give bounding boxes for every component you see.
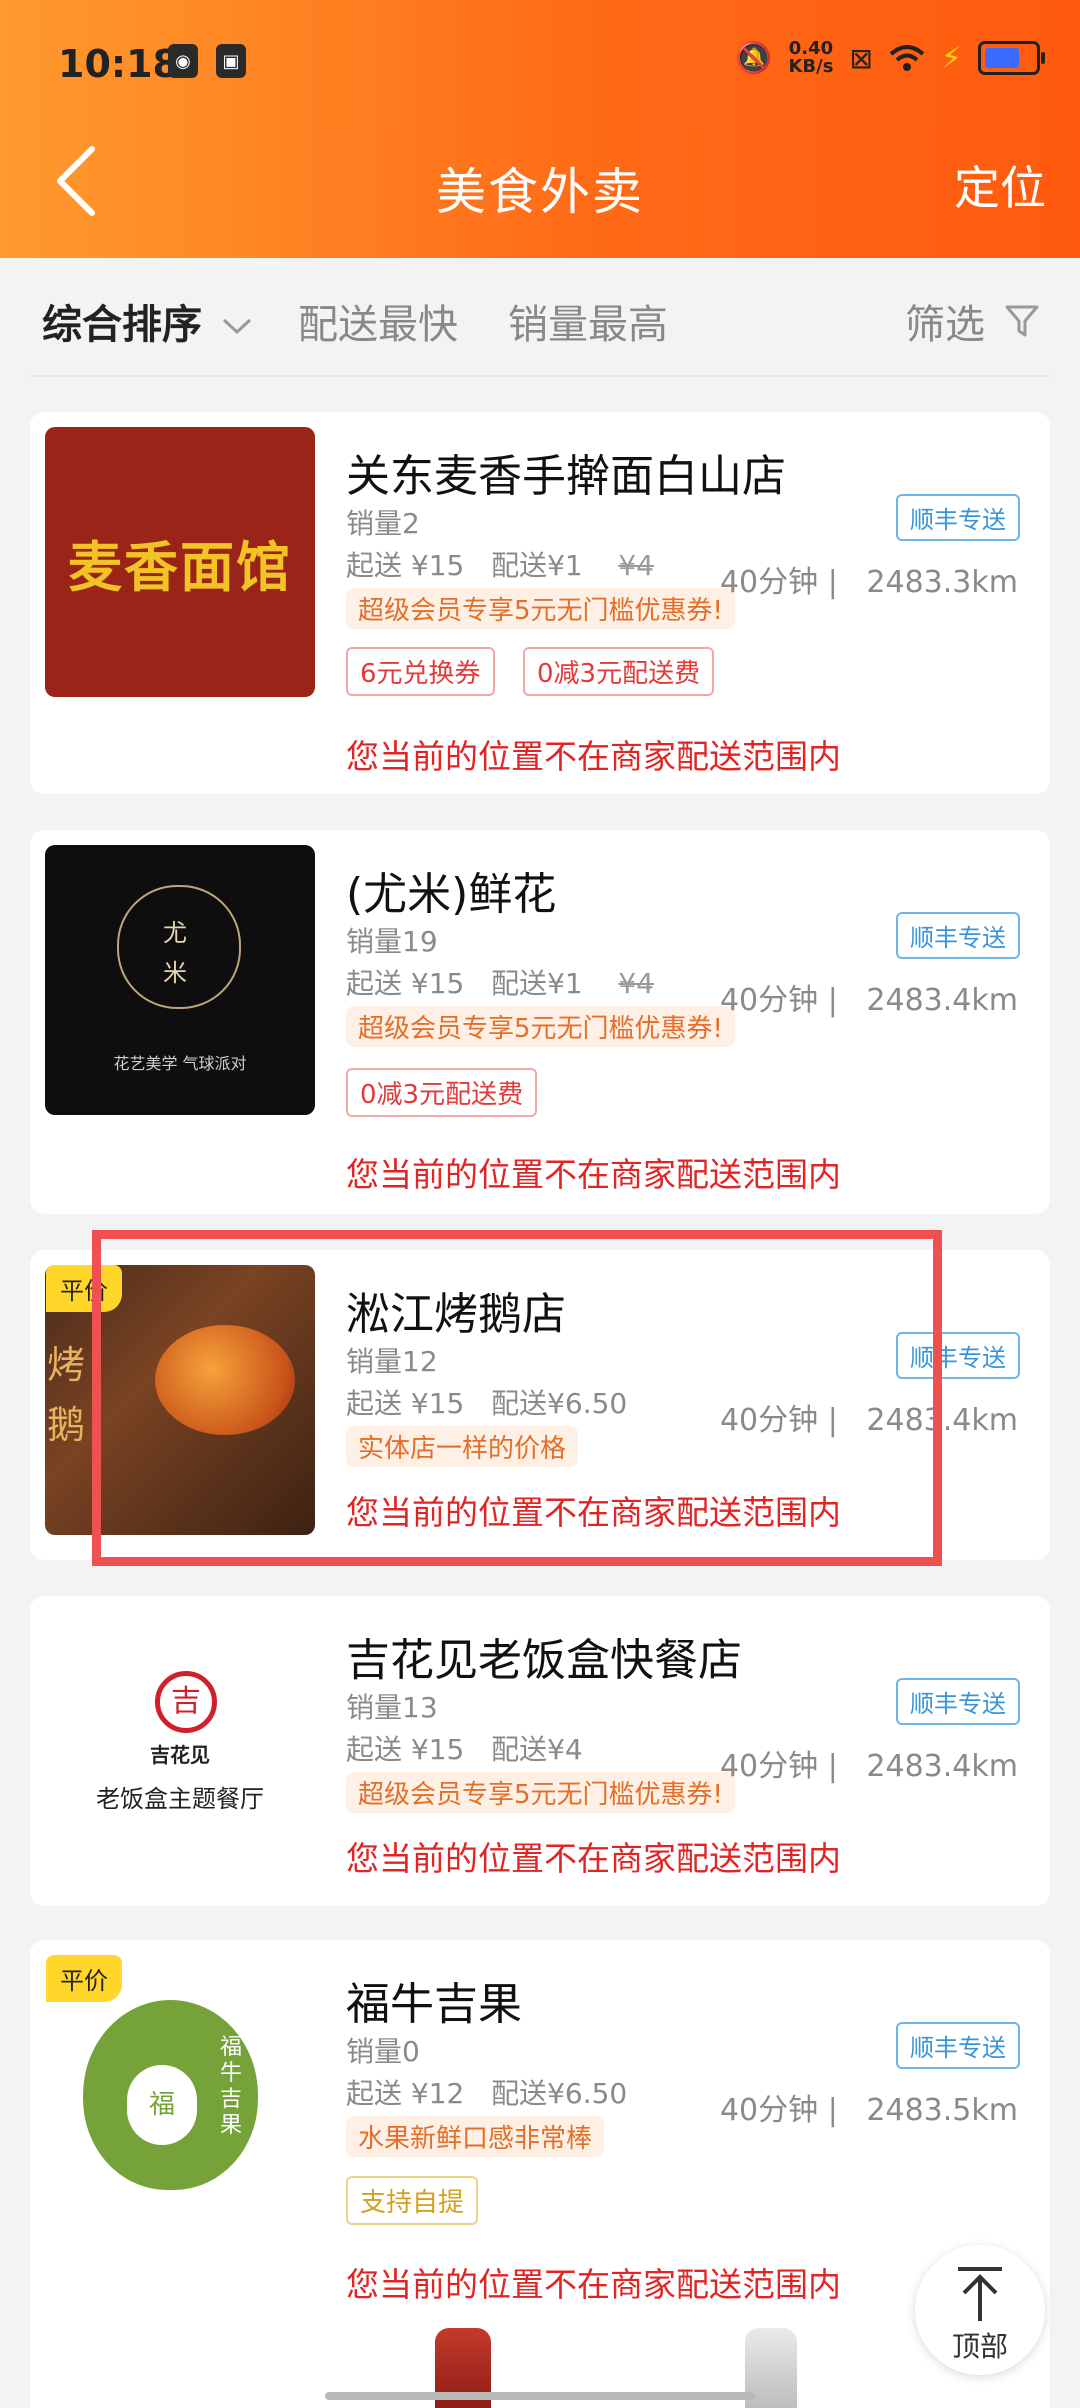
eta-distance: 40分钟 | 2483.5km <box>719 2093 1018 2128</box>
page-title: 美食外卖 <box>436 163 644 221</box>
store-thumbnail: 麦香面馆 <box>45 427 315 697</box>
status-time: 10:18 <box>58 42 179 86</box>
shipper-badge: 顺丰专送 <box>896 912 1020 959</box>
store-thumbnail: 尤 米 花艺美学 气球派对 <box>45 845 315 1115</box>
store-fees: 起送 ¥15 配送¥1 ¥4 <box>346 967 654 1000</box>
status-bar: 10:18 ◉ ▣ 🔕 0.40 KB/s ⊠ ⚡ <box>0 0 1080 120</box>
eta-distance: 40分钟 | 2483.4km <box>719 983 1018 1018</box>
store-name: (尤米)鲜花 <box>346 869 557 920</box>
notification-icons: ◉ ▣ <box>168 44 246 78</box>
store-name: 福牛吉果 <box>346 1979 522 2030</box>
divider <box>30 375 1050 377</box>
promo-label: 超级会员专享5元无门槛优惠券! <box>346 1772 735 1813</box>
store-sales: 销量2 <box>346 507 420 540</box>
promo-label: 超级会员专享5元无门槛优惠券! <box>346 588 735 629</box>
mute-icon: 🔕 <box>735 40 773 76</box>
sort-comprehensive[interactable]: 综合排序 <box>42 292 254 350</box>
store-card[interactable]: 尤 米 花艺美学 气球派对 (尤米)鲜花 销量19 起送 ¥15 配送¥1 ¥4… <box>30 830 1050 1214</box>
sim-icon: ⊠ <box>849 41 873 75</box>
sort-fastest-delivery[interactable]: 配送最快 <box>298 292 458 350</box>
chevron-down-icon <box>222 318 251 335</box>
filter-button[interactable]: 筛选 <box>905 292 1040 350</box>
store-fees: 起送 ¥15 配送¥1 ¥4 <box>346 549 654 582</box>
sort-bar: 综合排序 配送最快 销量最高 筛选 <box>0 262 1080 374</box>
shipper-badge: 顺丰专送 <box>896 2022 1020 2069</box>
delivery-range-warning: 您当前的位置不在商家配送范围内 <box>346 1839 841 1878</box>
back-to-top-button[interactable]: 顶部 <box>915 2245 1045 2375</box>
filter-icon <box>1005 305 1039 337</box>
qq-icon: ◉ <box>168 44 198 78</box>
store-card[interactable]: 吉 吉花见 老饭盒主题餐厅 吉花见老饭盒快餐店 销量13 起送 ¥15 配送¥4… <box>30 1596 1050 1906</box>
cow-face: 福 <box>127 2065 197 2145</box>
store-fees: 起送 ¥12 配送¥6.50 <box>346 2077 628 2110</box>
wifi-icon <box>889 45 925 71</box>
app-notification-icon: ▣ <box>216 44 246 78</box>
app-header: 10:18 ◉ ▣ 🔕 0.40 KB/s ⊠ ⚡ 美食外卖 定位 <box>0 0 1080 258</box>
store-name: 关东麦香手擀面白山店 <box>346 451 786 502</box>
store-sales: 销量13 <box>346 1691 438 1724</box>
value-badge: 平价 <box>46 1955 122 2002</box>
locate-button[interactable]: 定位 <box>954 152 1046 218</box>
home-indicator[interactable] <box>325 2392 755 2400</box>
coupon-tag: 0减3元配送费 <box>523 647 715 696</box>
store-name: 吉花见老饭盒快餐店 <box>346 1635 742 1686</box>
pickup-tag: 支持自提 <box>346 2176 479 2225</box>
charging-icon: ⚡ <box>940 40 962 76</box>
store-thumbnail: 吉 吉花见 老饭盒主题餐厅 <box>45 1611 315 1881</box>
store-card[interactable]: 麦香面馆 关东麦香手擀面白山店 销量2 起送 ¥15 配送¥1 ¥4 超级会员专… <box>30 412 1050 794</box>
arrow-up-icon <box>958 2267 1002 2321</box>
delivery-range-warning: 您当前的位置不在商家配送范围内 <box>346 2265 841 2304</box>
promo-label: 超级会员专享5元无门槛优惠券! <box>346 1006 735 1047</box>
promo-label: 水果新鲜口感非常棒 <box>346 2116 605 2157</box>
store-sales: 销量19 <box>346 925 438 958</box>
coupon-tag: 0减3元配送费 <box>346 1068 538 1117</box>
store-sales: 销量0 <box>346 2035 420 2068</box>
net-speed: 0.40 KB/s <box>788 38 834 77</box>
battery-icon <box>978 41 1045 75</box>
sort-top-sales[interactable]: 销量最高 <box>508 292 668 350</box>
delivery-range-warning: 您当前的位置不在商家配送范围内 <box>346 737 841 776</box>
shipper-badge: 顺丰专送 <box>896 494 1020 541</box>
highlight-box <box>92 1230 942 1566</box>
logo-circle: 吉 <box>155 1671 217 1733</box>
delivery-range-warning: 您当前的位置不在商家配送范围内 <box>346 1155 841 1194</box>
coupon-tag: 6元兑换券 <box>346 647 495 696</box>
store-card[interactable]: 平价 福 福牛吉果 福牛吉果 销量0 起送 ¥12 配送¥6.50 水果新鲜口感… <box>30 1940 1050 2408</box>
store-fees: 起送 ¥15 配送¥4 <box>346 1733 583 1766</box>
eta-distance: 40分钟 | 2483.4km <box>719 1749 1018 1784</box>
shipper-badge: 顺丰专送 <box>896 1678 1020 1725</box>
eta-distance: 40分钟 | 2483.3km <box>719 565 1018 600</box>
status-right: 🔕 0.40 KB/s ⊠ ⚡ <box>735 38 1045 77</box>
